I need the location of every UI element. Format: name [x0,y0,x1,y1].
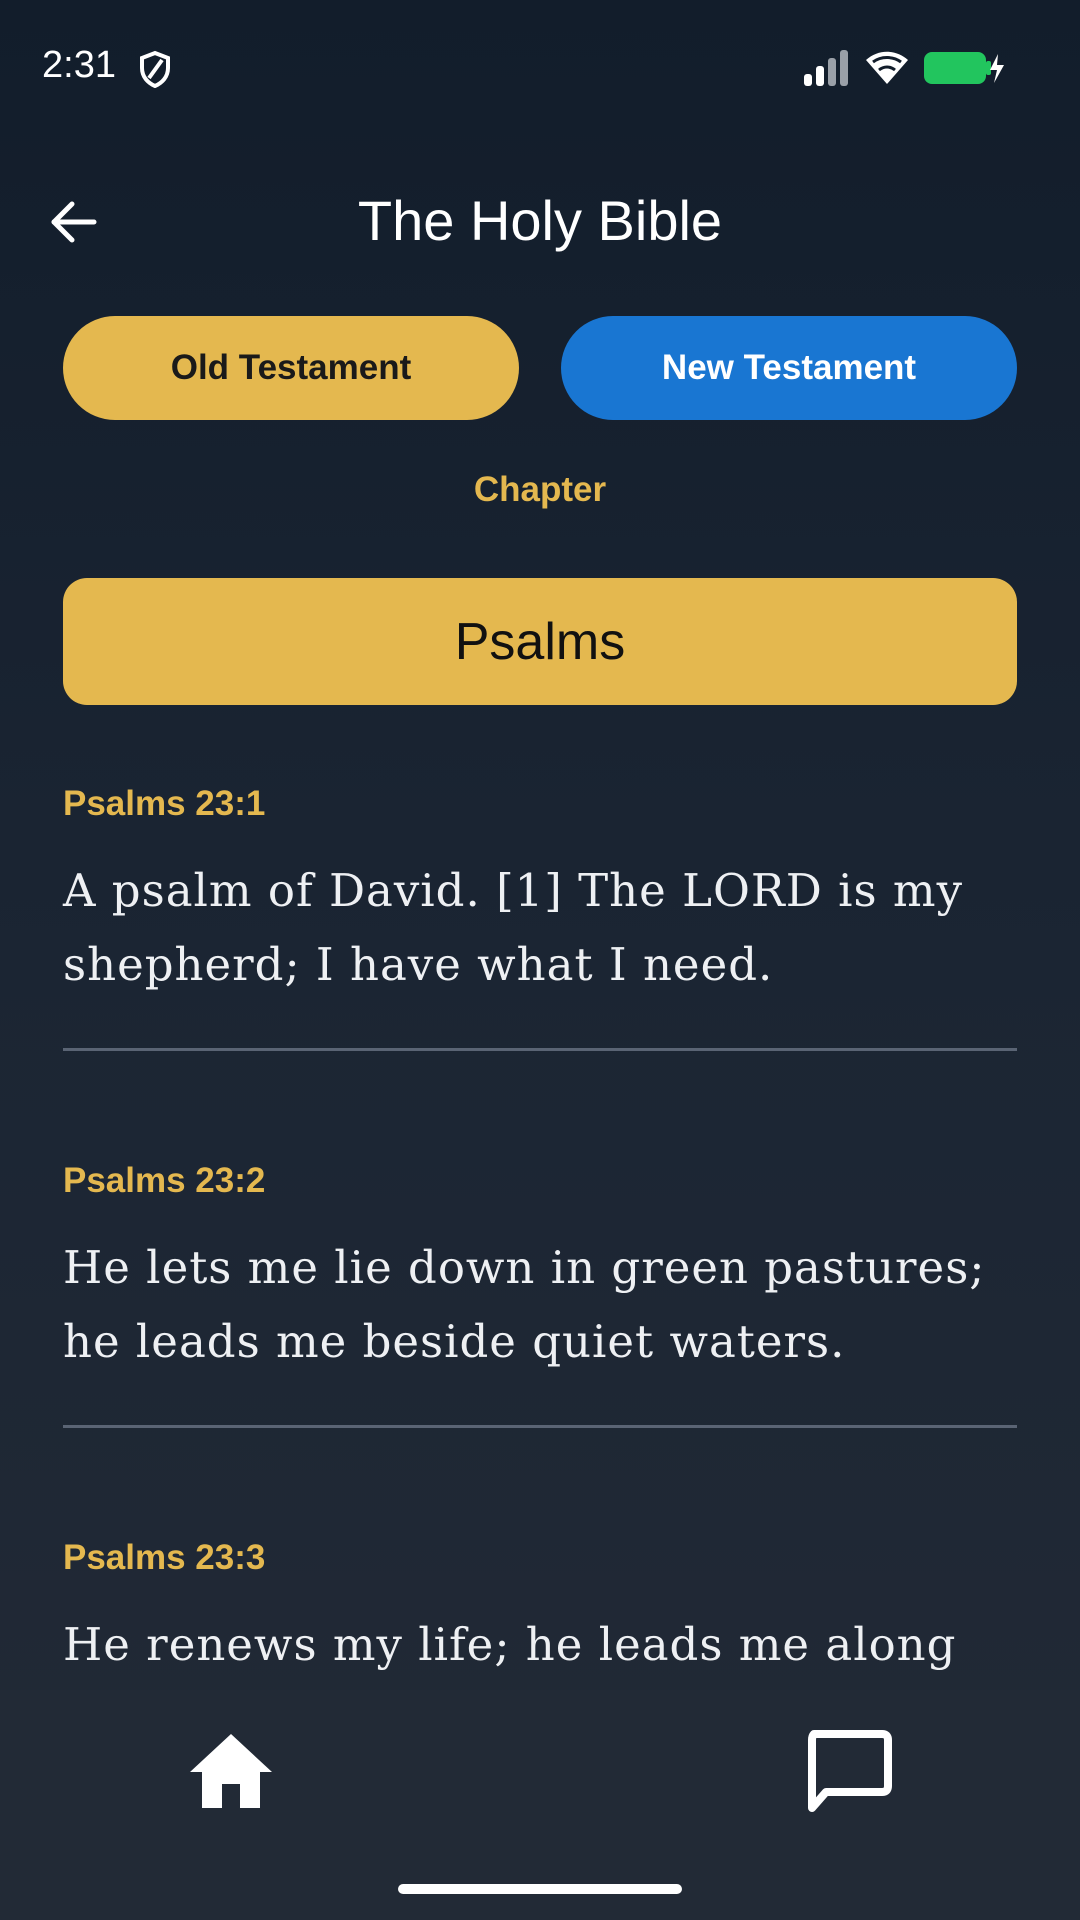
wifi-icon [866,51,908,84]
verse-text: He lets me lie down in green pastures; h… [63,1241,986,1368]
home-icon[interactable] [188,1730,274,1810]
book-selector-label: Psalms [454,612,626,671]
shield-icon [140,50,170,88]
page-title: The Holy Bible [357,189,723,252]
new-testament-button[interactable]: New Testament [561,316,1017,420]
status-time: 2:31 [42,44,116,86]
old-testament-button[interactable]: Old Testament [63,316,519,420]
verse-reference: Psalms 23:1 [63,784,266,823]
status-bar: 2:31 [0,0,1080,134]
verse-list[interactable]: Psalms 23:1 A psalm of David. [1] The LO… [0,760,1080,1690]
verse-divider [63,1425,1017,1428]
verse-reference: Psalms 23:2 [63,1161,266,1200]
verse-item[interactable]: Psalms 23:3 He renews my life; he leads … [63,1538,1017,1682]
verse-divider [63,1048,1017,1051]
home-indicator[interactable] [398,1884,682,1894]
signal-icon [804,50,848,86]
verse-reference: Psalms 23:3 [63,1538,266,1577]
verse-text: A psalm of David. [1] The LORD is my she… [63,864,963,991]
book-selector-button[interactable]: Psalms [63,578,1017,705]
verse-item[interactable]: Psalms 23:2 He lets me lie down in green… [63,1161,1017,1379]
battery-charging-icon [924,52,1004,84]
chapter-label: Chapter [473,470,607,509]
verse-text: He renews my life; he leads me along [63,1618,957,1671]
app-header: The Holy Bible [0,170,1080,270]
verse-item[interactable]: Psalms 23:1 A psalm of David. [1] The LO… [63,784,1017,1002]
message-icon[interactable] [802,1728,894,1814]
